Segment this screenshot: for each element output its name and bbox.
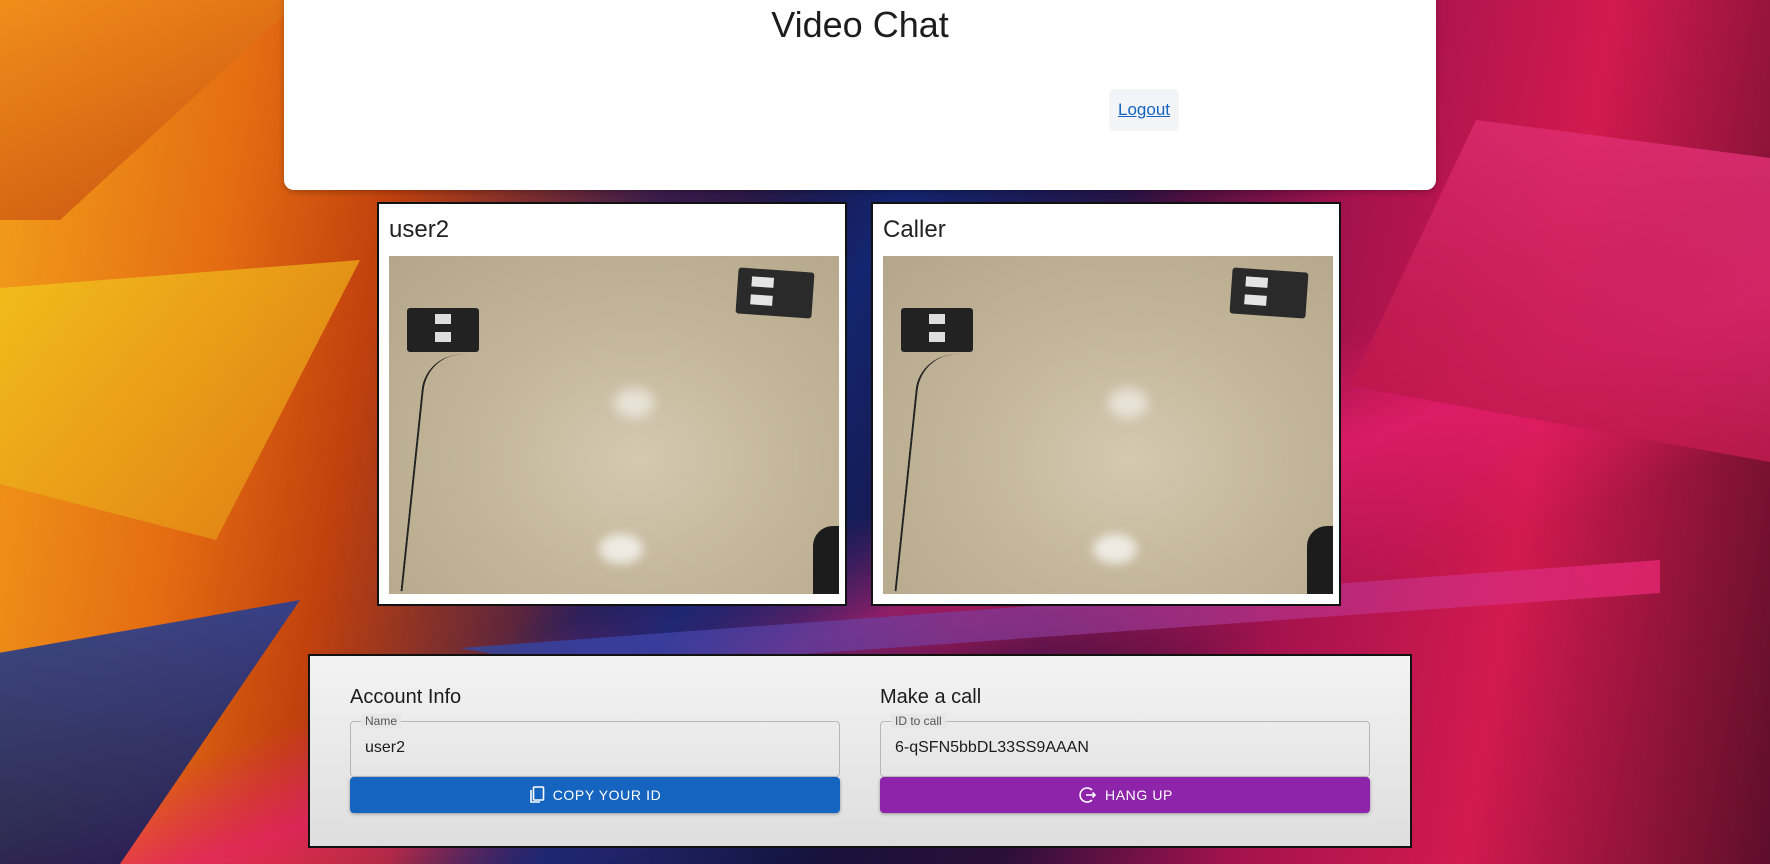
remote-video-label: Caller [883,216,946,243]
hang-up-label: HANG UP [1105,787,1173,803]
account-info-section: Account Info Name COPY YOUR ID [350,686,840,813]
logout-button[interactable]: Logout [1109,89,1179,131]
background-shard [0,260,360,540]
local-video-panel: user2 [377,202,847,606]
header-card: Video Chat Logout [284,0,1436,190]
copy-id-button[interactable]: COPY YOUR ID [350,777,840,813]
hang-up-button[interactable]: HANG UP [880,777,1370,813]
make-call-title: Make a call [880,686,982,708]
copy-id-label: COPY YOUR ID [552,787,662,803]
background-shard [0,600,300,864]
make-call-section: Make a call ID to call HANG UP [880,686,1370,813]
page-title: Video Chat [771,4,949,45]
name-input[interactable] [363,738,827,758]
remote-video [883,256,1333,594]
local-video-label: user2 [389,216,450,243]
local-video [389,256,839,594]
id-to-call-field: ID to call [880,714,1370,777]
name-field: Name [350,714,840,777]
copy-icon [529,786,544,803]
remote-video-panel: Caller [871,202,1341,606]
name-label: Name [361,714,402,728]
background-shard [0,0,300,220]
id-to-call-label: ID to call [891,714,946,728]
account-info-title: Account Info [350,686,462,708]
id-to-call-input[interactable] [893,738,1357,758]
call-controls-panel: Account Info Name COPY YOUR ID Make a ca… [308,654,1412,848]
phone-hangup-icon [1079,787,1097,803]
